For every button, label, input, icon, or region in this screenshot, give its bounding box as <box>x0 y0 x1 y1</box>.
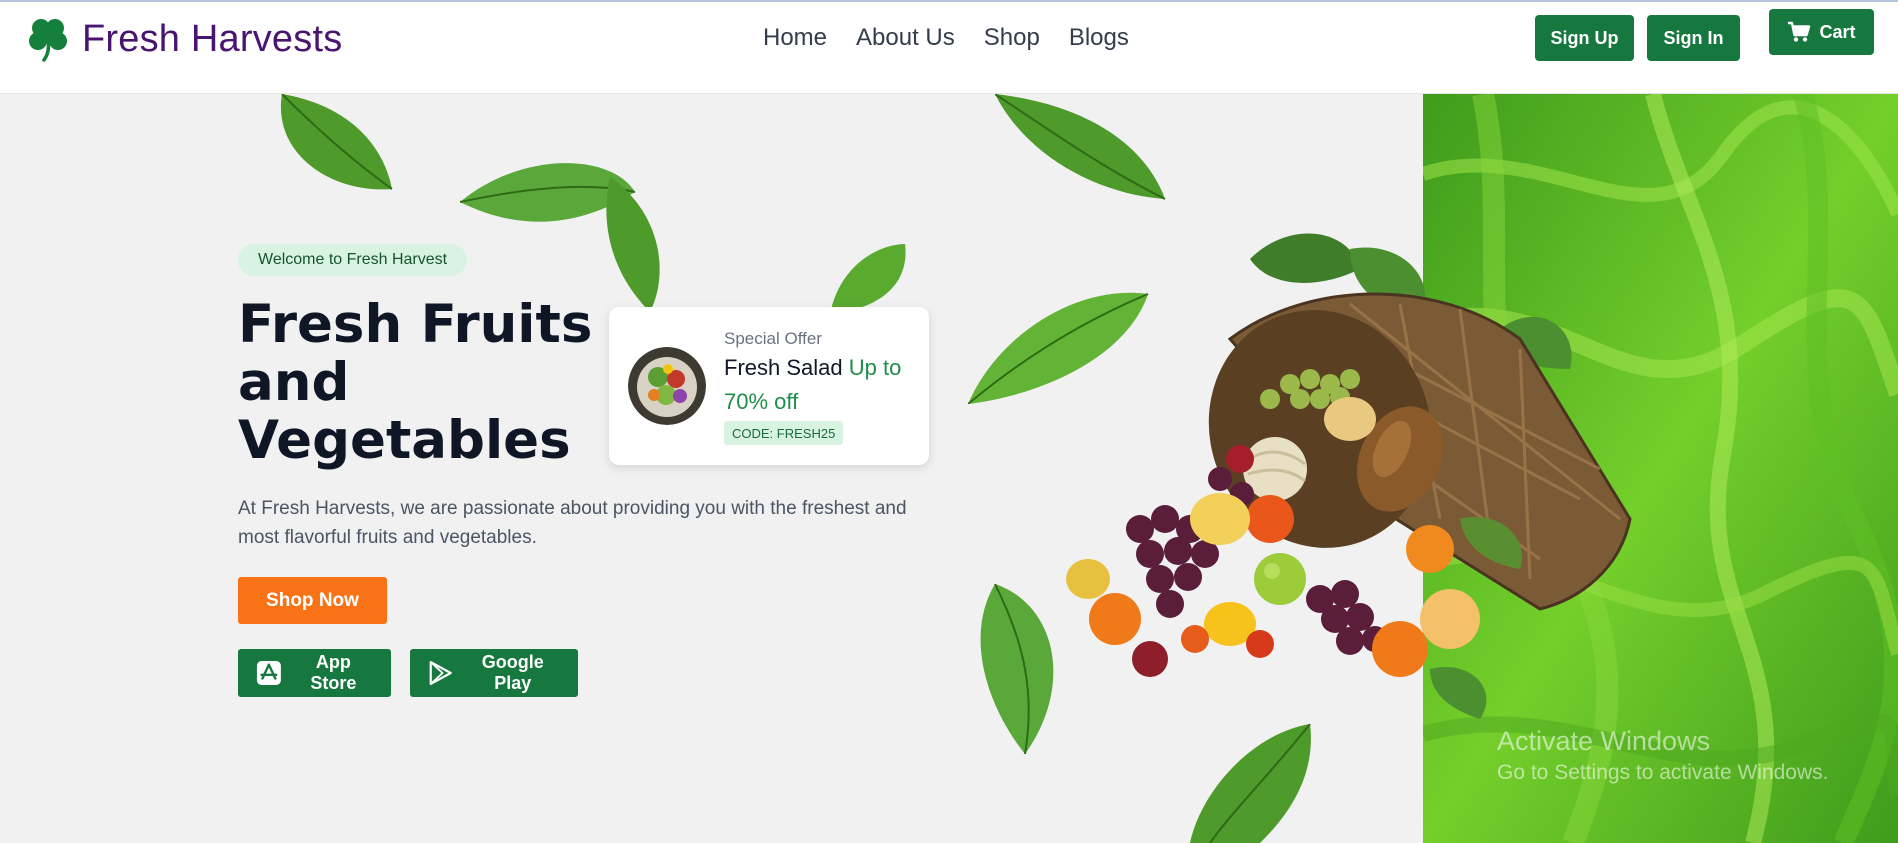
main-nav: Home About Us Shop Blogs <box>763 24 1129 52</box>
cart-button[interactable]: Cart <box>1769 9 1874 55</box>
hero-title-line: Fresh Fruits <box>238 294 593 355</box>
sign-up-button[interactable]: Sign Up <box>1535 15 1634 61</box>
cart-label: Cart <box>1819 21 1856 42</box>
shop-now-button[interactable]: Shop Now <box>238 577 387 624</box>
brand-logo-link[interactable]: Fresh Harvests <box>26 16 342 62</box>
offer-code-badge: CODE: FRESH25 <box>724 421 844 445</box>
hero-title-line: Vegetables <box>238 410 571 471</box>
cart-icon <box>1788 21 1811 42</box>
salad-image <box>628 347 706 425</box>
app-store-icon <box>256 661 281 685</box>
app-store-label: App Store <box>310 652 357 693</box>
special-offer-card[interactable]: Special Offer Fresh Salad Up to 70% off … <box>609 307 929 465</box>
nav-link-home[interactable]: Home <box>763 24 827 52</box>
nav-link-shop[interactable]: Shop <box>984 24 1040 52</box>
welcome-badge: Welcome to Fresh Harvest <box>238 244 468 276</box>
clover-icon <box>29 19 67 62</box>
offer-label: Special Offer <box>724 329 822 348</box>
offer-title: Fresh Salad Up to 70% off <box>724 351 919 419</box>
leaf-decoration <box>460 163 660 312</box>
hero-title: Fresh Fruits and Vegetables <box>238 296 618 470</box>
google-play-button[interactable]: Google Play <box>410 649 578 697</box>
offer-product: Fresh Salad <box>724 355 843 380</box>
google-play-icon <box>429 661 452 685</box>
nav-link-about-us[interactable]: About Us <box>856 24 955 52</box>
hero-description: At Fresh Harvests, we are passionate abo… <box>238 498 907 548</box>
leaf-decoration <box>995 94 1166 200</box>
fruit-basket-image <box>1066 233 1632 719</box>
leaf-decoration <box>280 94 393 190</box>
hero-section: Welcome to Fresh Harvest Fresh Fruits an… <box>0 94 1898 843</box>
brand-name: Fresh Harvests <box>82 17 343 60</box>
leaf-decoration <box>830 244 906 314</box>
hero-title-line: and <box>238 352 350 413</box>
google-play-label: Google Play <box>481 652 544 693</box>
top-navbar: Fresh Harvests Home About Us Shop Blogs … <box>0 0 1898 94</box>
app-store-button[interactable]: App Store <box>238 649 391 697</box>
sign-in-button[interactable]: Sign In <box>1647 15 1740 61</box>
nav-link-blogs[interactable]: Blogs <box>1069 24 1129 52</box>
leaf-decoration <box>1190 724 1311 843</box>
